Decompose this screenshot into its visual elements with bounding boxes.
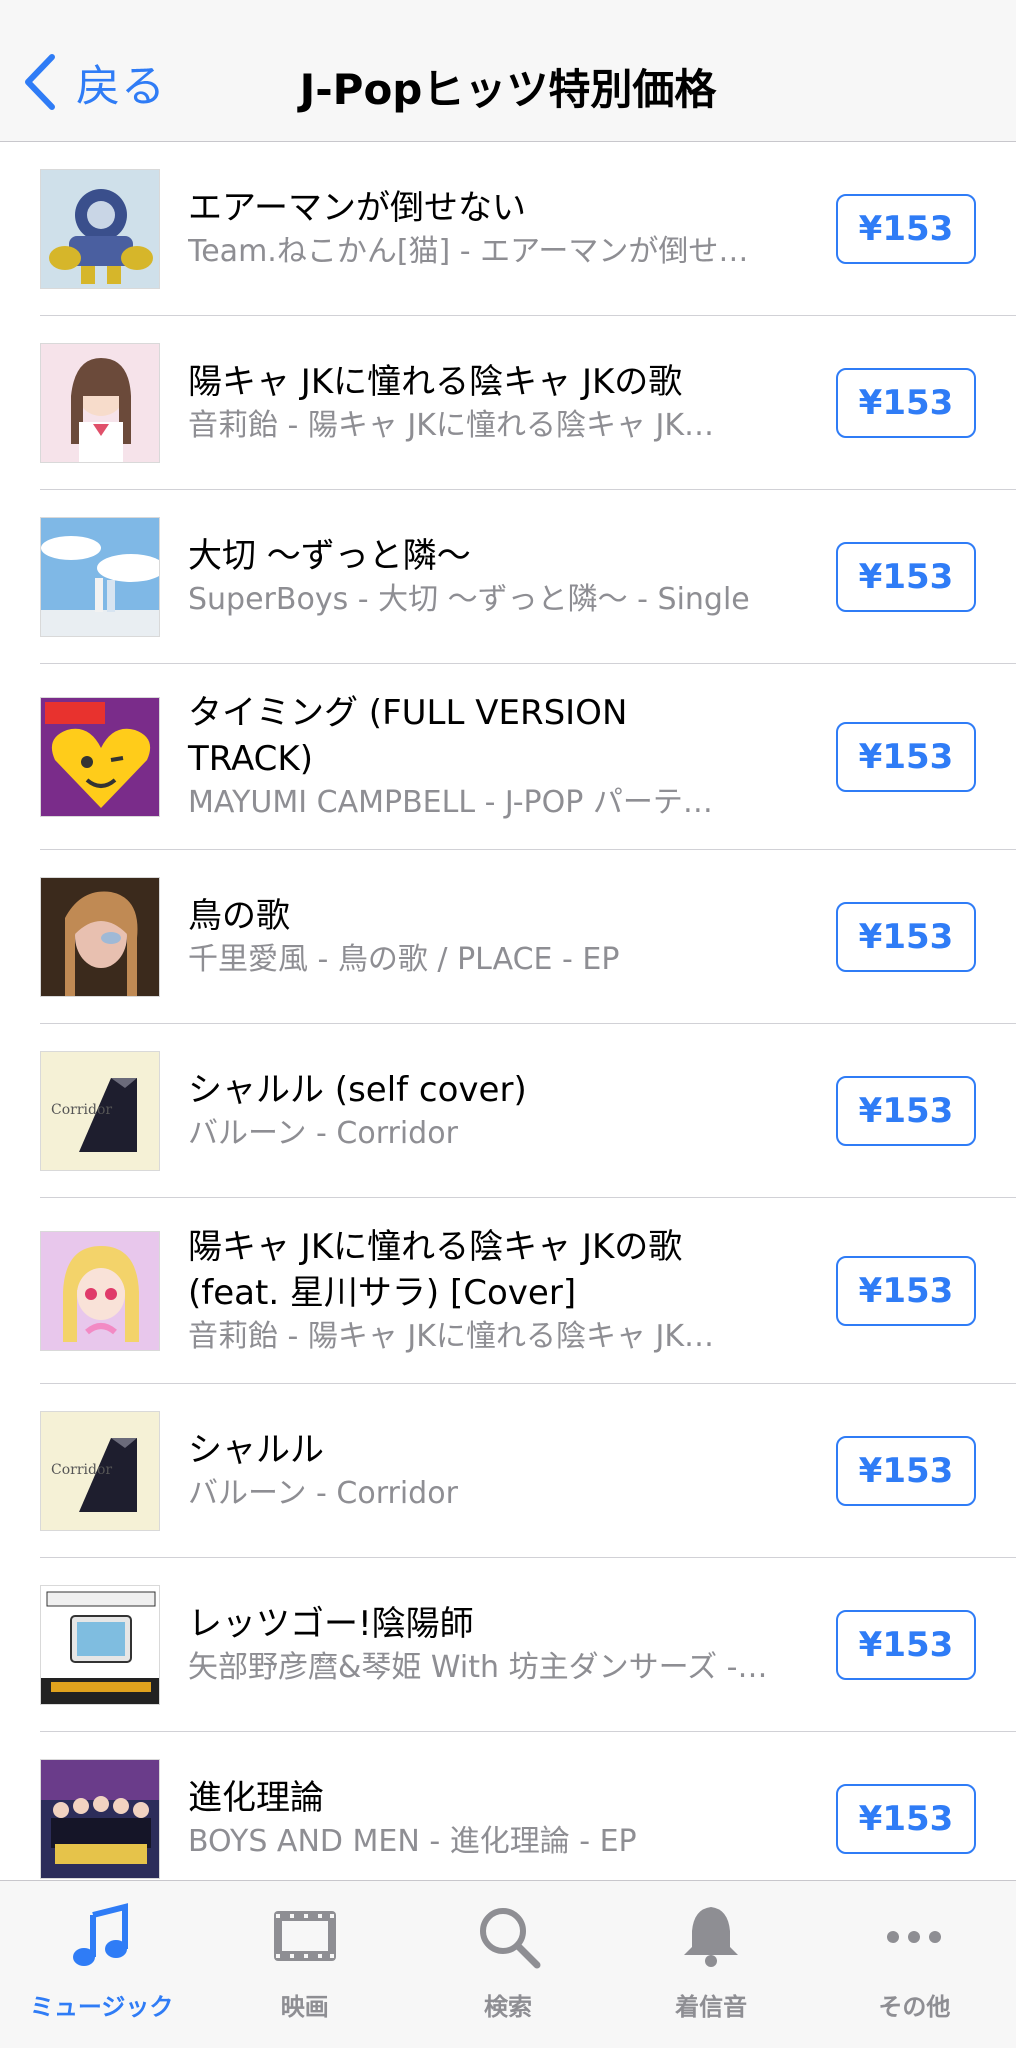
tab-bar: ミュージック 映画 検索 着信音 その他	[0, 1880, 1016, 2048]
song-subtitle: バルーン - Corridor	[188, 1116, 458, 1151]
album-artwork[interactable]	[40, 517, 160, 637]
price-button[interactable]: ¥153	[836, 1256, 976, 1326]
bell-icon	[676, 1901, 746, 1975]
album-artwork[interactable]	[40, 697, 160, 817]
album-artwork[interactable]	[40, 343, 160, 463]
song-subtitle: MAYUMI CAMPBELL - J-POP パーテ…	[188, 785, 713, 820]
price-button[interactable]: ¥153	[836, 368, 976, 438]
song-subtitle: 音莉飴 - 陽キャ JKに憧れる陰キャ JK…	[188, 1319, 715, 1354]
song-subtitle: 矢部野彦麿&琴姫 With 坊主ダンサーズ -…	[188, 1650, 768, 1685]
tab-label: 映画	[280, 1993, 329, 2021]
song-row[interactable]: Corridor シャルルバルーン - Corridor ¥153	[0, 1384, 1016, 1558]
song-row[interactable]: 陽キャ JKに憧れる陰キャ JKの歌 (feat. 星川サラ) [Cover] 音莉…	[0, 1198, 1016, 1384]
music-note-icon	[67, 1901, 137, 1975]
song-subtitle: 千里愛風 - 鳥の歌 / PLACE - EP	[188, 942, 620, 977]
album-artwork[interactable]	[40, 1759, 160, 1879]
album-artwork[interactable]: Corridor	[40, 1051, 160, 1171]
song-list: エアーマンが倒せない Team.ねこかん[猫] - エアーマンが倒せ… ¥153 陽キ…	[0, 142, 1016, 1906]
song-title: 陽キャ JKに憧れる陰キャ JKの歌	[188, 1227, 683, 1267]
song-title: シャルル (self cover)	[188, 1070, 527, 1110]
song-subtitle: BOYS AND MEN - 進化理論 - EP	[188, 1824, 637, 1859]
price-button[interactable]: ¥153	[836, 722, 976, 792]
song-row[interactable]: タイミング (FULL VERSION TRACK) MAYUMI CAMPBELL…	[0, 664, 1016, 850]
song-subtitle: 音莉飴 - 陽キャ JKに憧れる陰キャ JK…	[188, 408, 715, 443]
song-title: 鳥の歌	[188, 896, 290, 936]
tab-label: その他	[878, 1993, 951, 2021]
song-title: 大切 〜ずっと隣〜	[188, 536, 471, 576]
song-row[interactable]: 大切 〜ずっと隣〜 SuperBoys - 大切 〜ずっと隣〜 - Single ¥…	[0, 490, 1016, 664]
tab-label: 検索	[483, 1993, 532, 2021]
price-button[interactable]: ¥153	[836, 902, 976, 972]
tab-label: ミュージック	[29, 1993, 174, 2021]
song-title: 進化理論	[188, 1778, 324, 1818]
price-button[interactable]: ¥153	[836, 1076, 976, 1146]
price-button[interactable]: ¥153	[836, 1784, 976, 1854]
album-artwork[interactable]	[40, 877, 160, 997]
svg-text:Corridor: Corridor	[51, 1462, 112, 1478]
search-icon	[473, 1901, 543, 1975]
song-row[interactable]: Corridor シャルル (self cover) バルーン - Corridor…	[0, 1024, 1016, 1198]
song-subtitle: バルーン - Corridor	[188, 1476, 458, 1511]
song-subtitle: Team.ねこかん[猫] - エアーマンが倒せ…	[188, 234, 749, 269]
navigation-bar: 戻る J-Popヒッツ特別価格	[0, 0, 1016, 142]
price-button[interactable]: ¥153	[836, 542, 976, 612]
song-title: タイミング (FULL VERSION	[188, 693, 628, 733]
tab-search[interactable]: 検索	[406, 1881, 609, 2048]
svg-text:Corridor: Corridor	[51, 1102, 112, 1118]
price-button[interactable]: ¥153	[836, 1610, 976, 1680]
song-title: (feat. 星川サラ) [Cover]	[188, 1273, 577, 1313]
page-title: J-Popヒッツ特別価格	[299, 65, 717, 114]
song-row[interactable]: エアーマンが倒せない Team.ねこかん[猫] - エアーマンが倒せ… ¥153	[0, 142, 1016, 316]
song-row[interactable]: 鳥の歌千里愛風 - 鳥の歌 / PLACE - EP ¥153	[0, 850, 1016, 1024]
album-artwork[interactable]	[40, 169, 160, 289]
album-artwork[interactable]: Corridor	[40, 1411, 160, 1531]
film-icon	[270, 1901, 340, 1975]
tab-bell[interactable]: 着信音	[610, 1881, 813, 2048]
song-row[interactable]: レッツゴー!陰陽師矢部野彦麿&琴姫 With 坊主ダンサーズ -… ¥153	[0, 1558, 1016, 1732]
tab-film[interactable]: 映画	[203, 1881, 406, 2048]
song-title: シャルル	[188, 1430, 324, 1470]
tab-music-note[interactable]: ミュージック	[0, 1881, 203, 2048]
song-title: エアーマンが倒せない	[188, 188, 526, 228]
song-title: 陽キャ JKに憧れる陰キャ JKの歌	[188, 362, 683, 402]
price-button[interactable]: ¥153	[836, 194, 976, 264]
song-title: TRACK)	[188, 739, 313, 779]
price-button[interactable]: ¥153	[836, 1436, 976, 1506]
song-title: レッツゴー!陰陽師	[188, 1604, 474, 1644]
album-artwork[interactable]	[40, 1585, 160, 1705]
album-artwork[interactable]	[40, 1231, 160, 1351]
song-row[interactable]: 陽キャ JKに憧れる陰キャ JKの歌音莉飴 - 陽キャ JKに憧れる陰キャ JK…	[0, 316, 1016, 490]
song-subtitle: SuperBoys - 大切 〜ずっと隣〜 - Single	[188, 582, 750, 617]
tab-label: 着信音	[675, 1993, 748, 2021]
more-icon	[879, 1901, 949, 1975]
tab-more[interactable]: その他	[813, 1881, 1016, 2048]
